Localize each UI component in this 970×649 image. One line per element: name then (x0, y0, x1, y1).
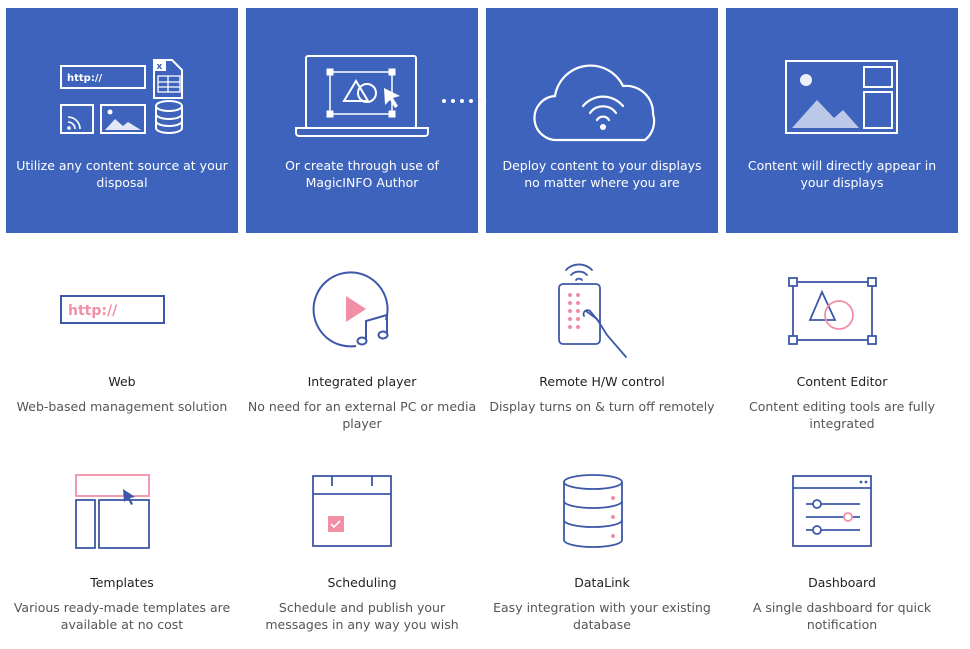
feature-integrated-player: Integrated player No need for an externa… (246, 258, 478, 438)
integrated-player-icon (312, 271, 389, 348)
scheduling-calendar-icon (312, 475, 392, 547)
feature-title: Remote H/W control (539, 374, 665, 389)
feature-content-editor: Content Editor Content editing tools are… (726, 258, 958, 438)
workflow-card-author: Or create through use of MagicINFO Autho… (246, 8, 478, 233)
feature-description: Web-based management solution (16, 399, 228, 414)
svg-text:http://: http:// (67, 73, 102, 84)
display-layout-icon (785, 60, 898, 134)
feature-description: No need for an external PC or media play… (247, 399, 477, 431)
feature-title: Content Editor (796, 374, 888, 389)
feature-templates: Templates Various ready-made templates a… (6, 462, 238, 642)
feature-remote-control: Remote H/W control Display turns on & tu… (486, 258, 718, 438)
feature-scheduling: Scheduling Schedule and publish your mes… (246, 462, 478, 642)
feature-description: Easy integration with your existing data… (493, 600, 711, 632)
feature-description: Content editing tools are fully integrat… (749, 399, 935, 431)
feature-description: A single dashboard for quick notificatio… (752, 600, 932, 632)
feature-description: Various ready-made templates are availab… (13, 600, 231, 632)
feature-description: Display turns on & turn off remotely (489, 399, 715, 414)
remote-control-icon (558, 263, 627, 358)
workflow-card-display: Content will directly appear in your dis… (726, 8, 958, 233)
content-editor-icon (788, 277, 877, 345)
cloud-wifi-icon (533, 64, 656, 142)
workflow-card-deploy: Deploy content to your displays no matte… (486, 8, 718, 233)
feature-dashboard: Dashboard A single dashboard for quick n… (726, 462, 958, 642)
feature-datalink: DataLink Easy integration with your exis… (486, 462, 718, 642)
workflow-caption: Deploy content to your displays no matte… (502, 158, 702, 190)
feature-title: Templates (90, 575, 154, 590)
feature-description: Schedule and publish your messages in an… (265, 600, 459, 632)
workflow-caption: Content will directly appear in your dis… (747, 158, 937, 190)
workflow-card-content-sources: x http:// Utilize any content source at … (6, 8, 238, 233)
svg-text:http://: http:// (68, 303, 118, 319)
feature-title: Integrated player (307, 374, 417, 389)
web-url-icon: http:// (60, 295, 165, 324)
svg-text:x: x (157, 62, 163, 72)
dashboard-sliders-icon (792, 475, 872, 547)
feature-web: http:// Web Web-based management solutio… (6, 258, 238, 438)
templates-icon (75, 474, 150, 549)
content-sources-icon: x http:// (60, 59, 183, 134)
workflow-caption: Utilize any content source at your dispo… (16, 158, 228, 190)
database-icon (563, 474, 623, 548)
feature-title: Web (108, 374, 136, 389)
workflow-caption: Or create through use of MagicINFO Autho… (285, 158, 439, 190)
feature-title: Dashboard (808, 575, 876, 590)
feature-title: DataLink (574, 575, 630, 590)
feature-title: Scheduling (327, 575, 397, 590)
